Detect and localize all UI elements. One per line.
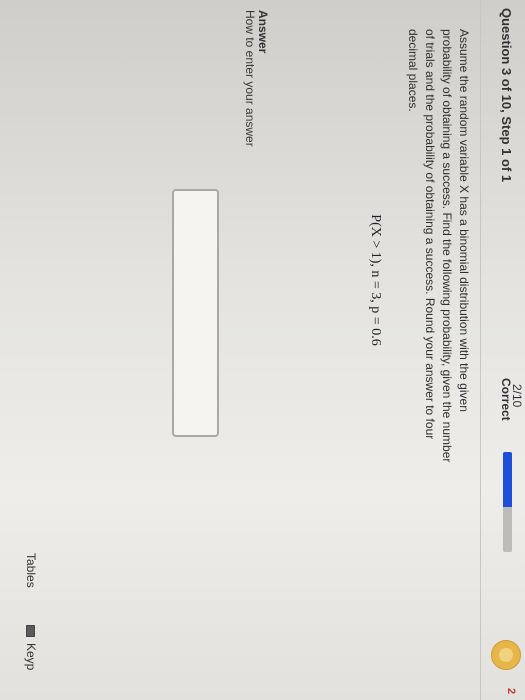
question-formula: P(X > 1), n = 3, p = 0.6 <box>368 214 383 346</box>
keypad-label: Keyp <box>24 643 38 671</box>
screen: Question 3 of 10, Step 1 of 1 2/10 Corre… <box>0 0 525 700</box>
header-divider <box>480 0 481 700</box>
avatar-icon <box>499 648 513 662</box>
how-to-enter-answer-link[interactable]: How to enter your answer <box>243 10 257 147</box>
question-header: Question 3 of 10, Step 1 of 1 <box>499 8 514 183</box>
avatar[interactable] <box>491 640 521 670</box>
tables-button[interactable]: Tables <box>21 553 41 607</box>
keypad-button[interactable]: Keyp <box>21 625 41 700</box>
score-status: Correct <box>499 378 513 421</box>
answer-input[interactable] <box>172 189 219 437</box>
question-prompt: Assume the random variable X has a binom… <box>406 29 471 463</box>
score-progress-bar <box>503 452 512 552</box>
score-progress-fill <box>503 452 512 507</box>
keypad-icon <box>25 625 35 637</box>
answer-label: Answer <box>256 10 270 54</box>
header-edge-tag: 2 <box>505 688 517 695</box>
